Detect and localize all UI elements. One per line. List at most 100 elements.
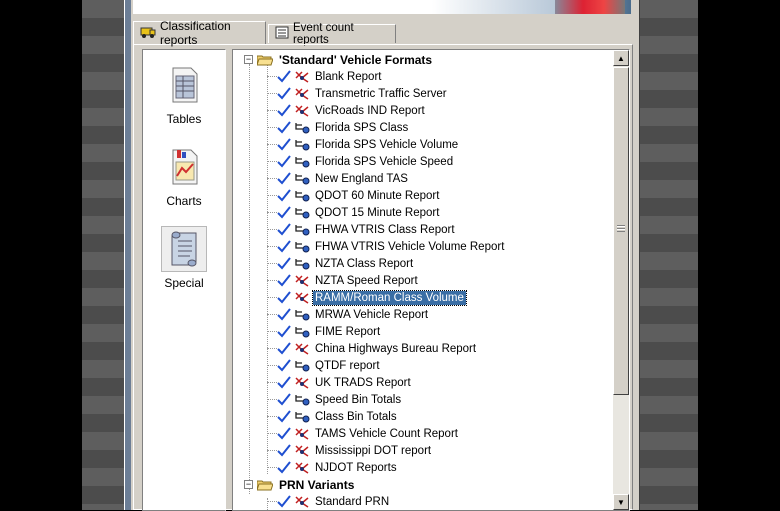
check-icon [277,137,291,150]
tree-item[interactable]: FHWA VTRIS Vehicle Volume Report [263,238,506,255]
car-image [555,0,625,14]
tree-item[interactable]: New England TAS [263,170,410,187]
tree-item-label: NZTA Class Report [315,257,414,270]
tree-item-label: Class Bin Totals [315,410,397,423]
vehicle-icon [140,25,156,42]
check-icon [277,205,291,218]
tree-item[interactable]: China Highways Bureau Report [263,340,478,357]
scroll-up-button[interactable]: ▲ [613,50,629,66]
red-split-icon [295,274,309,287]
tree-item[interactable]: NZTA Speed Report [263,272,420,289]
tree-item-label: RAMM/Roman Class Volume [312,289,467,306]
tree-item[interactable]: QDOT 15 Minute Report [263,204,441,221]
red-split-icon [295,461,309,474]
tab-event-count-reports[interactable]: Event count reports [268,22,396,46]
tree-line [249,64,250,494]
tree-item-label: New England TAS [315,172,408,185]
collapse-icon[interactable]: − [244,55,253,64]
check-icon [277,69,291,82]
check-icon [277,256,291,269]
sidebar-item-label: Special [164,276,204,290]
tree-item-label: QDOT 60 Minute Report [315,189,440,202]
tree-item[interactable]: Standard PRN [263,493,391,510]
tree-item-label: QTDF report [315,359,380,372]
tree-group-label: 'Standard' Vehicle Formats [279,52,433,67]
tab-classification-reports[interactable]: Classification reports [133,19,266,47]
blue-branch-icon [295,224,310,235]
blue-branch-icon [295,190,310,201]
tree-group-label: PRN Variants [279,477,355,492]
tab-panel: Tables Charts Special − 'Standard' Vehic… [133,44,633,511]
tree-item[interactable]: MRWA Vehicle Report [263,306,430,323]
report-window: Classification reports Event count repor… [124,0,640,511]
tree-item-label: Florida SPS Vehicle Volume [315,138,459,151]
report-tree[interactable]: − 'Standard' Vehicle Formats Blank Repor… [232,49,630,511]
tree-item[interactable]: Speed Bin Totals [263,391,403,408]
sidebar-item-special[interactable]: Special [143,222,225,300]
tree-group-prn-variants[interactable]: − PRN Variants [244,476,356,493]
red-split-icon [295,291,309,304]
red-split-icon [295,342,309,355]
tree-item[interactable]: Blank Report [263,68,383,85]
scroll-thumb[interactable] [613,67,629,395]
sidebar-item-tables[interactable]: Tables [143,58,225,136]
tree-item[interactable]: Florida SPS Class [263,119,410,136]
red-split-icon [295,70,309,83]
tree-item[interactable]: FIME Report [263,323,382,340]
collapse-icon[interactable]: − [244,480,253,489]
red-split-icon [295,495,309,508]
tree-item-label: FIME Report [315,325,381,338]
red-split-icon [295,104,309,117]
sidebar-item-label: Charts [166,194,202,208]
tree-item-label: Speed Bin Totals [315,393,402,406]
tree-item-label: Florida SPS Class [315,121,409,134]
blue-branch-icon [295,394,310,405]
tree-item[interactable]: Class Bin Totals [263,408,399,425]
tree-item[interactable]: FHWA VTRIS Class Report [263,221,457,238]
tree-item[interactable]: NJDOT Reports [263,459,399,476]
blue-branch-icon [295,360,310,371]
tree-item[interactable]: Transmetric Traffic Server [263,85,449,102]
tree-item-label: VicRoads IND Report [315,104,425,117]
check-icon [277,239,291,252]
tree-item-selected[interactable]: RAMM/Roman Class Volume [263,289,467,306]
vertical-scrollbar[interactable]: ▲ ▼ [613,50,629,510]
scroll-down-button[interactable]: ▼ [613,494,629,510]
blue-branch-icon [295,173,310,184]
folder-open-icon [256,479,274,491]
folder-open-icon [256,54,274,66]
tree-item-label: FHWA VTRIS Vehicle Volume Report [315,240,505,253]
blue-branch-icon [295,411,310,422]
tree-item[interactable]: Florida SPS Vehicle Volume [263,136,460,153]
chart-document-icon [161,144,207,190]
tree-item[interactable]: NZTA Class Report [263,255,415,272]
check-icon [277,392,291,405]
tree-item[interactable]: Florida SPS Vehicle Speed [263,153,455,170]
tree-item[interactable]: TAMS Vehicle Count Report [263,425,460,442]
check-icon [277,460,291,473]
check-icon [277,290,291,303]
tree-item-label: QDOT 15 Minute Report [315,206,440,219]
check-icon [277,324,291,337]
tree-item[interactable]: QDOT 60 Minute Report [263,187,441,204]
check-icon [277,171,291,184]
tree-item-label: UK TRADS Report [315,376,411,389]
tree-item[interactable]: UK TRADS Report [263,374,413,391]
tree-item-label: Florida SPS Vehicle Speed [315,155,454,168]
check-icon [277,273,291,286]
tree-item[interactable]: VicRoads IND Report [263,102,427,119]
tree-item[interactable]: QTDF report [263,357,382,374]
tree-item-label: TAMS Vehicle Count Report [315,427,458,440]
blue-branch-icon [295,139,310,150]
sidebar-item-charts[interactable]: Charts [143,140,225,218]
tree-group-standard-vehicle-formats[interactable]: − 'Standard' Vehicle Formats [244,51,434,68]
tab-label: Event count reports [293,22,354,46]
red-split-icon [295,444,309,457]
sidebar-item-label: Tables [166,112,202,126]
tree-item-label: Mississippi DOT report [315,444,432,457]
blue-branch-icon [295,122,310,133]
check-icon [277,188,291,201]
tree-item-label: FHWA VTRIS Class Report [315,223,455,236]
tree-item[interactable]: Mississippi DOT report [263,442,433,459]
check-icon [277,86,291,99]
